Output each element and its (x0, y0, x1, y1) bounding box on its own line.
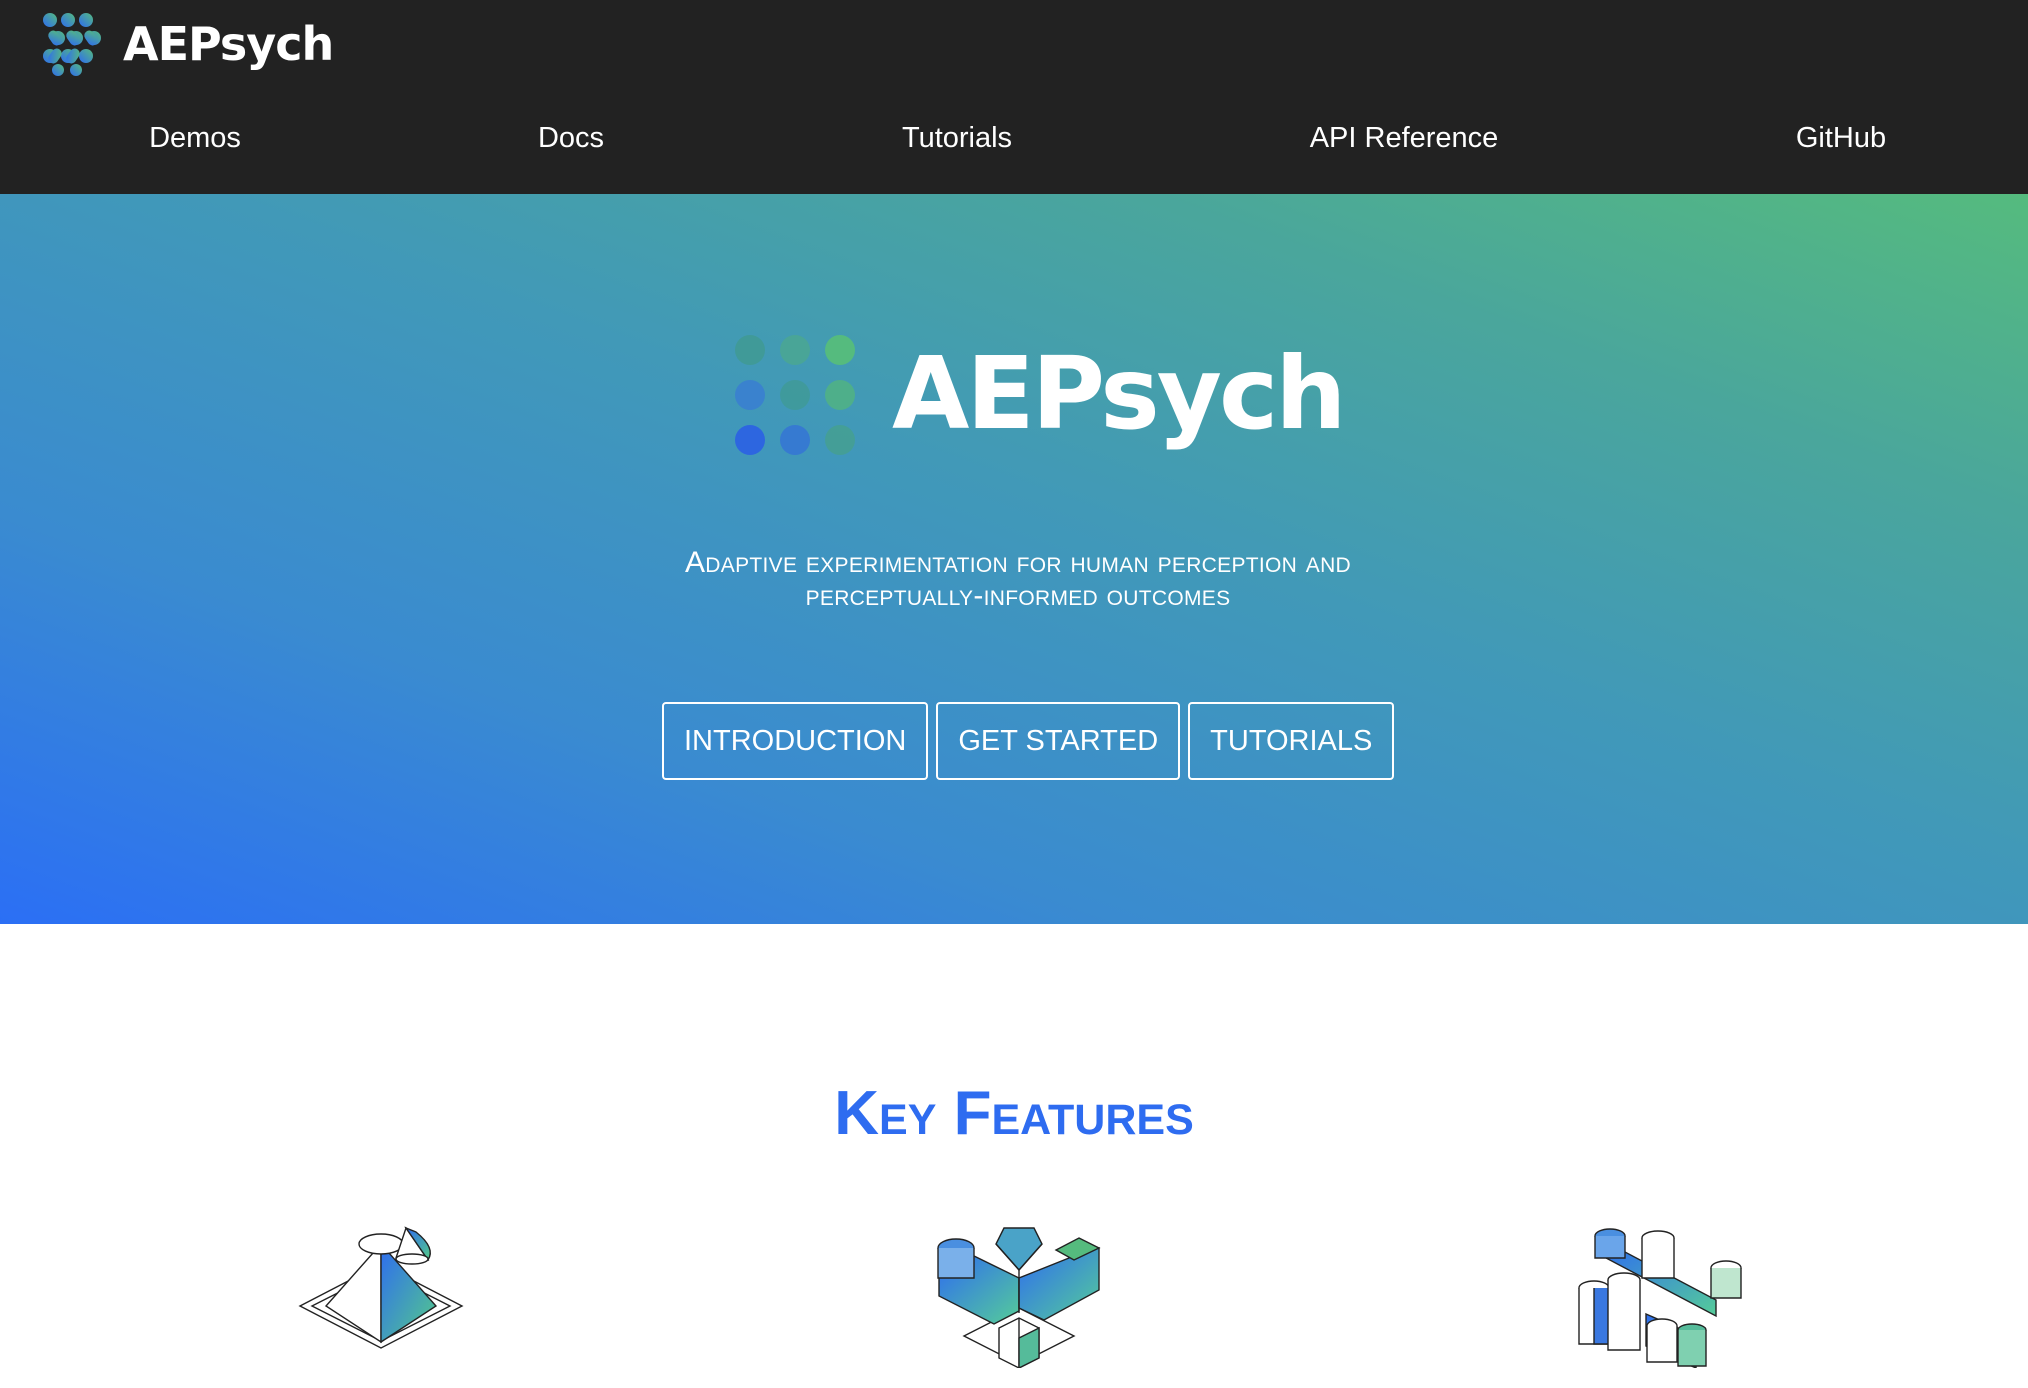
brand-home-link[interactable]: AEPsych (40, 10, 334, 78)
branching-blocks-icon (937, 1227, 1101, 1368)
nav-docs[interactable]: Docs (538, 122, 604, 155)
cylinders-pipes-icon (1578, 1228, 1742, 1368)
main-nav: Demos Docs Tutorials API Reference GitHu… (0, 110, 2028, 174)
pyramid-cone-icon (298, 1226, 464, 1349)
introduction-button[interactable]: INTRODUCTION (662, 702, 929, 780)
hero-button-group: INTRODUCTION GET STARTED TUTORIALS (662, 702, 1395, 780)
brand-name: AEPsych (123, 17, 334, 71)
nav-api-reference[interactable]: API Reference (1310, 122, 1499, 155)
hero-section: AEPsych Adaptive experimentation for hum… (0, 194, 2028, 924)
tutorials-button[interactable]: TUTORIALS (1188, 702, 1395, 780)
key-features-heading: Key Features (834, 1079, 1194, 1148)
nav-tutorials[interactable]: Tutorials (902, 122, 1012, 155)
top-navigation-bar: AEPsych Demos Docs Tutorials API Referen… (0, 0, 2028, 194)
nav-github[interactable]: GitHub (1796, 122, 1886, 155)
hero-title: AEPsych (892, 335, 1346, 452)
get-started-button[interactable]: GET STARTED (936, 702, 1181, 780)
nav-demos[interactable]: Demos (149, 122, 241, 155)
hero-dot-grid-logo-icon (735, 335, 855, 455)
hero-tagline: Adaptive experimentation for human perce… (685, 546, 1351, 612)
dot-grid-logo-icon (43, 13, 101, 76)
